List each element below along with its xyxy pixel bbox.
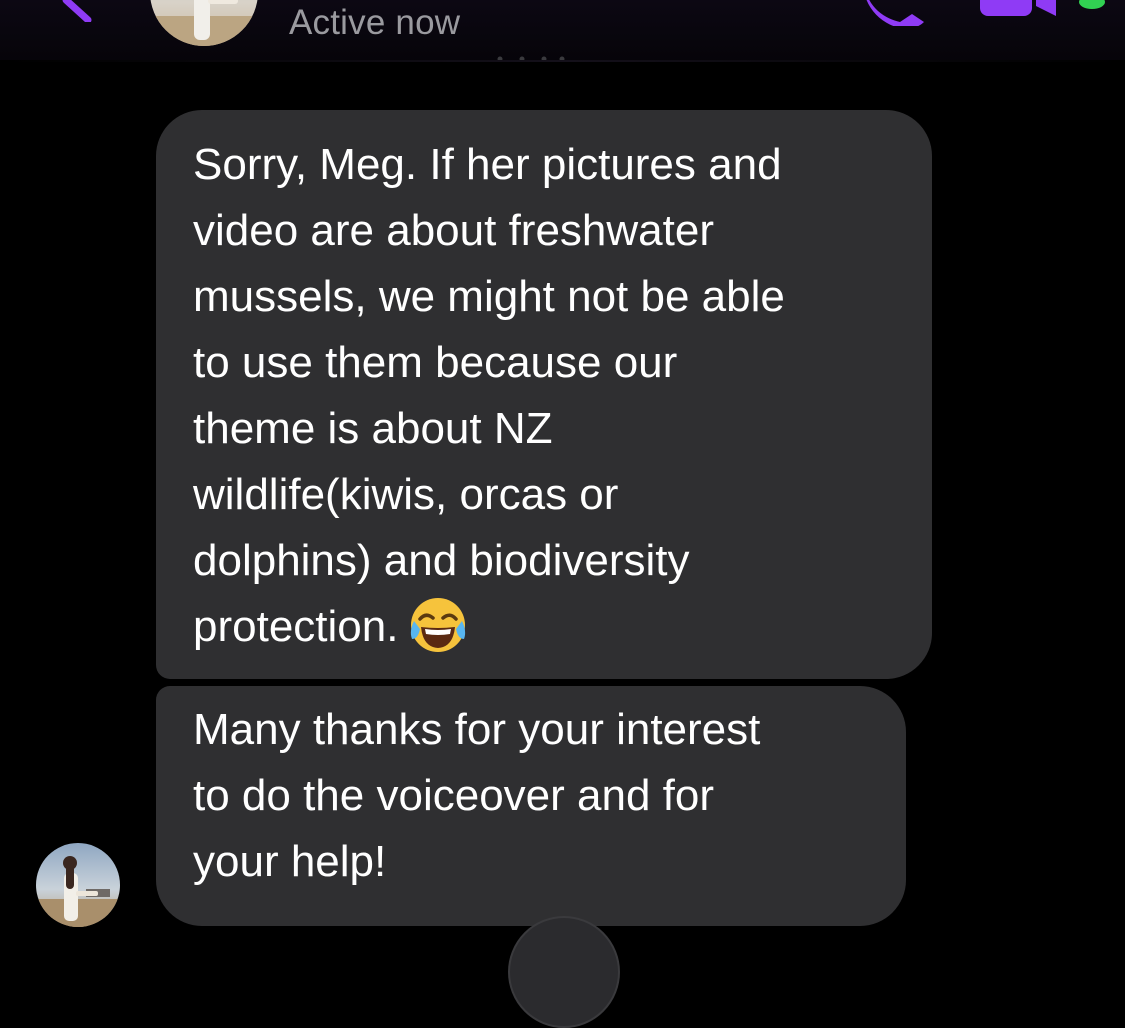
message-line: wildlife(kiwis, orcas or xyxy=(193,470,619,519)
scroll-down-button[interactable] xyxy=(508,916,620,1028)
message-line: mussels, we might not be able xyxy=(193,272,785,321)
message-line: your help! xyxy=(193,837,387,886)
tears-of-joy-emoji-icon xyxy=(411,598,466,652)
message-line: dolphins) and biodiversity xyxy=(193,536,690,585)
sender-avatar[interactable] xyxy=(36,843,120,927)
message-last-line: protection. xyxy=(193,594,932,660)
chat-header: Active now xyxy=(0,0,1125,62)
message-line: to use them because our xyxy=(193,338,678,387)
message-line: Many thanks for your interest xyxy=(193,705,761,754)
message-bubble[interactable]: Sorry, Meg. If her pictures and video ar… xyxy=(156,110,932,679)
message-line: to do the voiceover and for xyxy=(193,771,714,820)
message-line: theme is about NZ xyxy=(193,404,553,453)
video-camera-icon[interactable] xyxy=(976,0,1066,18)
chevron-left-icon[interactable] xyxy=(58,0,98,22)
message-bubble[interactable]: Many thanks for your interest to do the … xyxy=(156,686,906,926)
online-indicator xyxy=(1076,0,1108,12)
contact-avatar[interactable] xyxy=(150,0,258,46)
active-status: Active now xyxy=(289,3,461,42)
phone-icon[interactable] xyxy=(860,0,930,26)
message-line: Sorry, Meg. If her pictures and xyxy=(193,140,782,189)
message-line-text: protection. xyxy=(193,602,399,651)
header-divider xyxy=(0,60,1125,62)
message-line: video are about freshwater xyxy=(193,206,714,255)
